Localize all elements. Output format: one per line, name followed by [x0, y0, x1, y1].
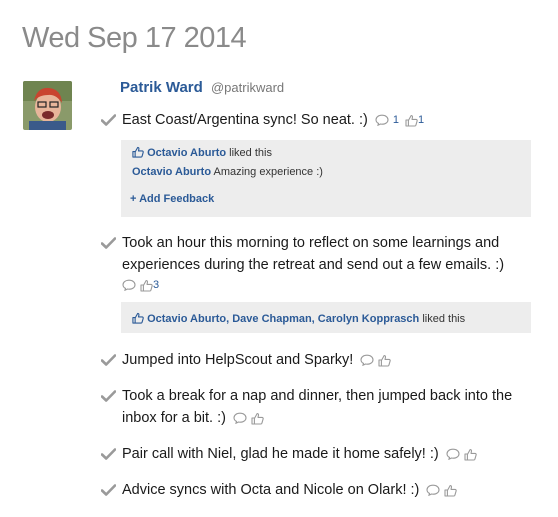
update-actions [233, 407, 264, 429]
update-item: Took a break for a nap and dinner, then … [101, 385, 541, 429]
avatar[interactable] [23, 81, 72, 130]
author-handle: @patrikward [210, 80, 285, 95]
update-actions: 3 [122, 276, 541, 294]
thumbs-up-icon[interactable] [251, 412, 264, 425]
update-text: East Coast/Argentina sync! So neat. :) [122, 112, 368, 128]
liker-link[interactable]: Octavio Aburto [147, 147, 226, 159]
like-row: Octavio Aburto, Dave Chapman, Carolyn Ko… [132, 312, 465, 325]
checkmark-icon [101, 448, 116, 460]
thumbs-up-icon[interactable] [378, 354, 391, 367]
avatar-image [23, 81, 72, 130]
feedback-panel: Octavio Aburto, Dave Chapman, Carolyn Ko… [121, 302, 531, 333]
author-name-link[interactable]: Patrik Ward [120, 79, 203, 96]
update-text: Advice syncs with Octa and Nicole on Ola… [122, 482, 420, 498]
comment-text: Amazing experience :) [213, 166, 323, 178]
comment-row: Octavio Aburto Amazing experience :) [132, 166, 323, 178]
liked-text: liked this [422, 313, 466, 325]
like-count[interactable]: 3 [153, 279, 159, 291]
checkmark-icon [101, 354, 116, 366]
update-item: East Coast/Argentina sync! So neat. :) 1… [101, 109, 541, 131]
update-item: Jumped into HelpScout and Sparky! [101, 349, 541, 371]
update-actions [426, 479, 457, 501]
checkmark-icon [101, 390, 116, 402]
date-heading: Wed Sep 17 2014 [22, 22, 247, 54]
update-text: Took an hour this morning to reflect on … [122, 235, 505, 273]
thumbs-up-icon[interactable] [405, 114, 418, 127]
like-row: Octavio Aburto liked this [132, 146, 272, 159]
comment-bubble-icon[interactable] [360, 354, 374, 366]
update-text: Pair call with Niel, glad he made it hom… [122, 446, 439, 462]
update-item: Advice syncs with Octa and Nicole on Ola… [101, 479, 541, 501]
update-actions: 1 1 [375, 109, 426, 131]
thumbs-up-icon[interactable] [444, 484, 457, 497]
comment-author-link[interactable]: Octavio Aburto [132, 166, 211, 178]
update-text: Jumped into HelpScout and Sparky! [122, 352, 354, 368]
thumbs-up-icon[interactable] [464, 448, 477, 461]
liked-text: liked this [229, 147, 272, 159]
update-item: Pair call with Niel, glad he made it hom… [101, 443, 541, 465]
comment-count[interactable]: 1 [393, 114, 399, 126]
update-item: Took an hour this morning to reflect on … [101, 232, 541, 294]
checkmark-icon [101, 484, 116, 496]
comment-bubble-icon[interactable] [233, 412, 247, 424]
thumbs-up-icon[interactable] [140, 279, 153, 292]
update-text: Took a break for a nap and dinner, then … [122, 388, 513, 426]
thumbs-up-icon [132, 312, 144, 324]
likers-links[interactable]: Octavio Aburto, Dave Chapman, Carolyn Ko… [147, 313, 419, 325]
like-count[interactable]: 1 [418, 114, 424, 126]
thumbs-up-icon [132, 146, 144, 158]
comment-bubble-icon[interactable] [426, 484, 440, 496]
comment-bubble-icon[interactable] [446, 448, 460, 460]
feedback-panel: Octavio Aburto liked this Octavio Aburto… [121, 140, 531, 217]
add-feedback-link[interactable]: + Add Feedback [130, 193, 214, 205]
checkmark-icon [101, 114, 116, 126]
update-actions [446, 443, 477, 465]
update-actions [360, 349, 391, 371]
comment-bubble-icon[interactable] [375, 114, 389, 126]
comment-bubble-icon[interactable] [122, 279, 136, 291]
checkmark-icon [101, 237, 116, 249]
author-line: Patrik Ward @patrikward [120, 79, 284, 96]
